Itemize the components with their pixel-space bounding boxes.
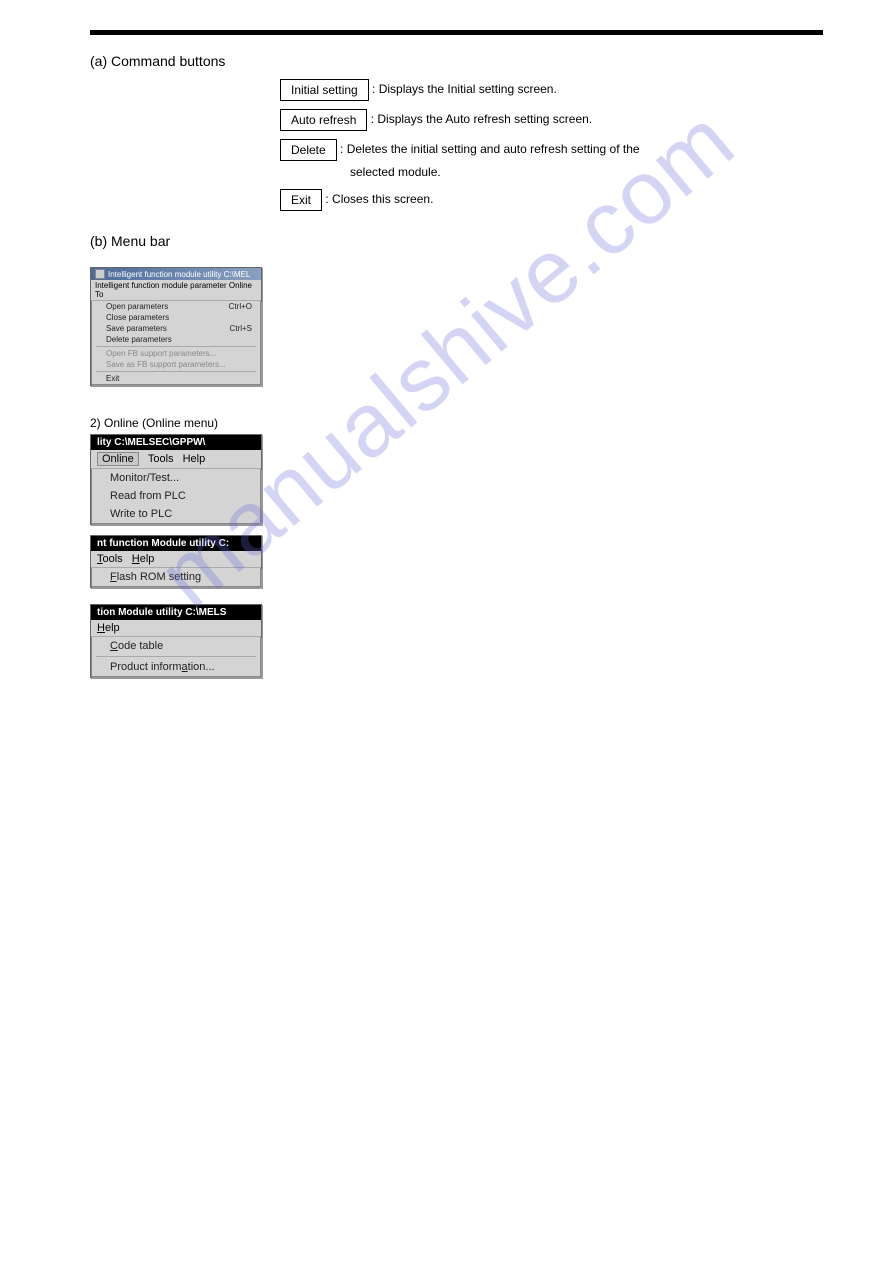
menu-help[interactable]: Help <box>97 622 120 634</box>
menu-code-table[interactable]: Code table <box>92 637 260 655</box>
menu-close-parameters[interactable]: Close parameters <box>92 312 260 323</box>
window-title: Intelligent function module utility C:\M… <box>108 270 250 279</box>
delete-button[interactable]: Delete <box>280 139 337 161</box>
menu-save-parameters[interactable]: Save parameters Ctrl+S <box>92 323 260 334</box>
dropdown-menu: Code table Product information... <box>91 637 261 677</box>
screenshot-help-menu: tion Module utility C:\MELS Help Code ta… <box>90 604 823 678</box>
menu-delete-parameters[interactable]: Delete parameters <box>92 334 260 345</box>
screenshot-parameter-menu: Intelligent function module utility C:\M… <box>90 267 823 386</box>
auto-refresh-button[interactable]: Auto refresh <box>280 109 367 131</box>
menubar[interactable]: Tools Help <box>91 551 261 568</box>
menu-monitor-test[interactable]: Monitor/Test... <box>92 469 260 487</box>
menu-flash-rom-setting[interactable]: Flash ROM setting <box>92 568 260 586</box>
menu-tools[interactable]: Tools <box>97 553 123 565</box>
exit-button[interactable]: Exit <box>280 189 322 211</box>
menubar[interactable]: Help <box>91 620 261 637</box>
menu-exit[interactable]: Exit <box>92 373 260 384</box>
dropdown-menu: Open parameters Ctrl+O Close parameters … <box>91 301 261 385</box>
menu-help[interactable]: Help <box>183 453 206 465</box>
menu-open-fb-support: Open FB support parameters... <box>92 348 260 359</box>
menu-help[interactable]: Help <box>132 553 155 565</box>
menu-tools[interactable]: Tools <box>148 453 174 465</box>
section-a-heading: (a) Command buttons <box>90 53 823 69</box>
menubar[interactable]: Intelligent function module parameter On… <box>91 280 261 301</box>
menu-product-information[interactable]: Product information... <box>92 658 260 676</box>
menu-write-to-plc[interactable]: Write to PLC <box>92 505 260 523</box>
menu-save-fb-support: Save as FB support parameters... <box>92 359 260 370</box>
menubar[interactable]: Online Tools Help <box>91 450 261 469</box>
command-buttons-block: Initial setting : Displays the Initial s… <box>280 79 823 211</box>
menu-online[interactable]: Online <box>97 452 139 466</box>
window-titlebar: nt function Module utility C: <box>91 536 261 551</box>
screenshot-online-menu: lity C:\MELSEC\GPPW\ Online Tools Help M… <box>90 434 823 525</box>
dropdown-menu: Monitor/Test... Read from PLC Write to P… <box>91 469 261 524</box>
screenshot-tools-menu: nt function Module utility C: Tools Help… <box>90 535 823 588</box>
section-b-heading: (b) Menu bar <box>90 233 823 249</box>
exit-desc: : Closes this screen. <box>325 192 433 206</box>
app-icon <box>95 269 105 279</box>
menu-open-parameters[interactable]: Open parameters Ctrl+O <box>92 301 260 312</box>
window-titlebar: lity C:\MELSEC\GPPW\ <box>91 435 261 450</box>
window-titlebar: tion Module utility C:\MELS <box>91 605 261 620</box>
horizontal-rule <box>90 30 823 35</box>
delete-desc-cont: selected module. <box>350 165 441 179</box>
initial-setting-button[interactable]: Initial setting <box>280 79 369 101</box>
initial-setting-desc: : Displays the Initial setting screen. <box>372 82 557 96</box>
auto-refresh-desc: : Displays the Auto refresh setting scre… <box>371 112 592 126</box>
menu-read-from-plc[interactable]: Read from PLC <box>92 487 260 505</box>
online-menu-label: 2) Online (Online menu) <box>90 416 823 430</box>
window-titlebar: Intelligent function module utility C:\M… <box>91 268 261 280</box>
dropdown-menu: Flash ROM setting <box>91 568 261 587</box>
delete-desc: : Deletes the initial setting and auto r… <box>340 142 640 156</box>
